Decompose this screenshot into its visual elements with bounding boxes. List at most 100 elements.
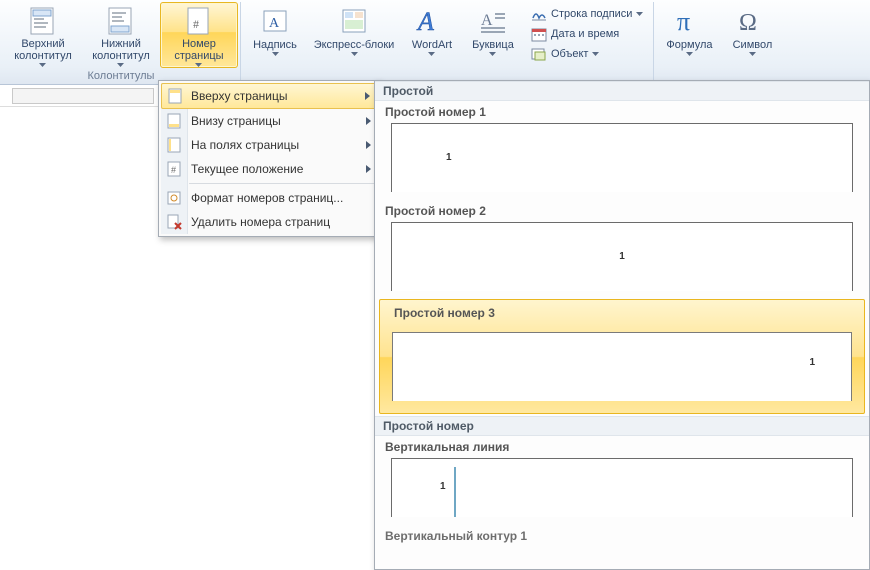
menu-bottom-of-page[interactable]: Внизу страницы [161,109,377,133]
object-icon [531,46,547,62]
gallery-item-vertical-contour[interactable]: Вертикальный контур 1 [375,525,869,547]
menu-format-numbers[interactable]: Формат номеров страниц... [161,186,377,210]
menu-label: Удалить номера страниц [191,215,330,229]
ribbon: Верхнийколонтитул Нижнийколонтитул # Ном… [0,0,870,85]
header-icon [27,5,59,36]
menu-separator [189,183,375,184]
gallery-section-simple: Простой [375,81,869,101]
wordart-button[interactable]: A WordArt [401,2,463,68]
chevron-down-icon [272,52,279,56]
page-number-button[interactable]: # Номерстраницы [160,2,238,68]
gallery-preview: 1 [391,222,853,291]
page-number-icon: # [183,5,215,36]
page-number-value: 1 [809,357,815,368]
menu-label: Вверху страницы [191,89,287,103]
format-icon [165,189,183,207]
menu-current-position[interactable]: # Текущее положение [161,157,377,181]
menu-remove-numbers[interactable]: Удалить номера страниц [161,210,377,234]
gallery-item-label: Простой номер 2 [375,200,869,222]
page-number-value: 1 [619,251,625,262]
symbol-button[interactable]: Ω Символ [722,2,782,68]
page-number-button-label: Номерстраницы [174,38,223,62]
signature-line-button[interactable]: Строка подписи [527,4,647,24]
chevron-down-icon [195,63,202,67]
svg-text:A: A [481,12,493,29]
chevron-down-icon [39,63,46,67]
gallery-preview: 1 [391,123,853,192]
date-time-button[interactable]: Дата и время [527,24,647,44]
gallery-item-label: Вертикальная линия [375,436,869,458]
remove-icon [165,213,183,231]
equation-button[interactable]: π Формула [656,2,722,68]
svg-text:#: # [171,165,176,175]
equation-label: Формула [666,39,712,51]
dropcap-button[interactable]: A Буквица [463,2,523,68]
chevron-down-icon [592,52,599,56]
page-top-icon [166,87,184,105]
calendar-icon [531,26,547,42]
gallery-item-label: Простой номер 3 [380,300,864,324]
menu-top-of-page[interactable]: Вверху страницы [161,83,377,109]
gallery-item-simple-1[interactable]: Простой номер 1 1 [375,101,869,192]
signature-icon [531,6,547,22]
svg-text:Ω: Ω [739,10,757,36]
group-text: A Надпись Экспресс-блоки A WordArt [241,2,653,80]
header-button[interactable]: Верхнийколонтитул [4,2,82,68]
chevron-right-icon [366,117,371,125]
gallery-item-label: Вертикальный контур 1 [375,525,869,547]
header-button-label: Верхнийколонтитул [14,38,72,62]
page-number-gallery: Простой Простой номер 1 1 Простой номер … [374,80,870,570]
gallery-preview: 1 [392,332,852,401]
pi-icon: π [673,5,705,37]
signature-label: Строка подписи [551,8,632,20]
chevron-down-icon [351,52,358,56]
textbox-button[interactable]: A Надпись [243,2,307,68]
symbol-label: Символ [733,39,773,51]
svg-text:#: # [193,17,199,31]
dropcap-icon: A [477,5,509,37]
menu-label: Формат номеров страниц... [191,191,343,205]
footer-icon [105,5,137,36]
page-margins-icon [165,136,183,154]
group-headers-footers: Верхнийколонтитул Нижнийколонтитул # Ном… [2,2,241,80]
gallery-item-simple-3[interactable]: Простой номер 3 1 [379,299,865,414]
gallery-item-label: Простой номер 1 [375,101,869,123]
gallery-section-plain: Простой номер [375,416,869,436]
quickparts-label: Экспресс-блоки [314,39,395,51]
chevron-right-icon [365,92,370,100]
quickparts-button[interactable]: Экспресс-блоки [307,2,401,68]
chevron-down-icon [749,52,756,56]
gallery-item-simple-2[interactable]: Простой номер 2 1 [375,200,869,291]
page-number-dropdown: Вверху страницы Внизу страницы На полях … [158,80,380,237]
menu-page-margins[interactable]: На полях страницы [161,133,377,157]
chevron-down-icon [489,52,496,56]
date-time-label: Дата и время [551,28,619,40]
chevron-right-icon [366,141,371,149]
wordart-icon: A [416,5,448,37]
chevron-down-icon [117,63,124,67]
menu-label: Внизу страницы [191,114,281,128]
svg-text:A: A [269,16,280,31]
ruler[interactable] [0,86,160,107]
textbox-label: Надпись [253,39,297,51]
quickparts-icon [338,5,370,37]
page-number-value: 1 [446,152,452,163]
wordart-label: WordArt [412,39,452,51]
footer-button[interactable]: Нижнийколонтитул [82,2,160,68]
svg-text:π: π [677,7,690,36]
menu-label: На полях страницы [191,138,299,152]
chevron-down-icon [636,12,643,16]
dropcap-label: Буквица [472,39,514,51]
svg-text:A: A [416,7,434,36]
chevron-down-icon [428,52,435,56]
group-label-headers: Колонтитулы [88,68,155,82]
page-bottom-icon [165,112,183,130]
object-button[interactable]: Объект [527,44,647,64]
page-current-icon: # [165,160,183,178]
gallery-preview: 1 [391,458,853,517]
footer-button-label: Нижнийколонтитул [92,38,150,62]
page-number-value: 1 [440,481,446,492]
group-symbols: π Формула Ω Символ [654,2,784,80]
chevron-down-icon [686,52,693,56]
gallery-item-vertical-line[interactable]: Вертикальная линия 1 [375,436,869,517]
